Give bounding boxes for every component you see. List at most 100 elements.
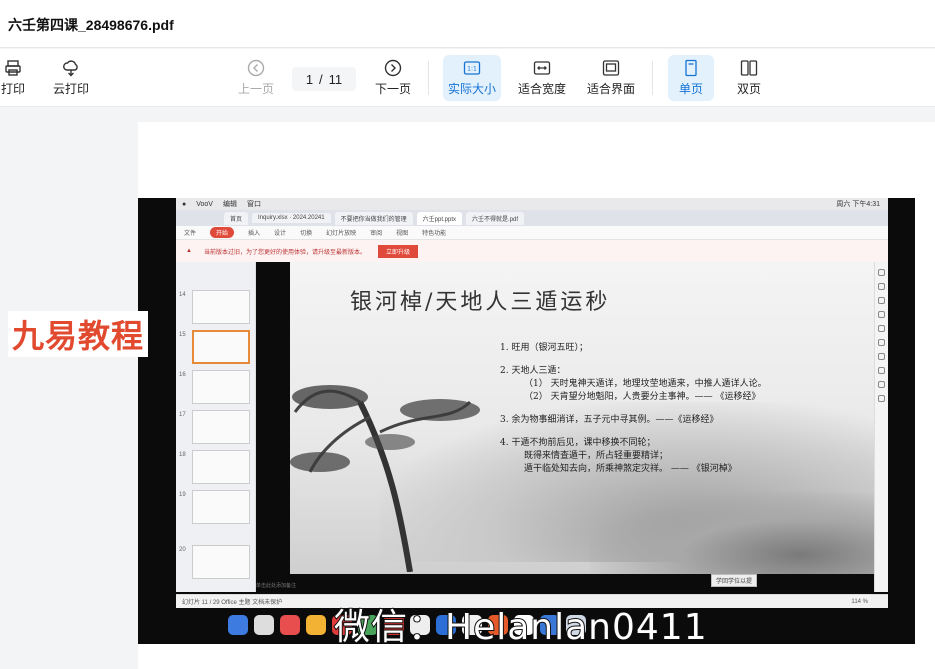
tool-icon — [878, 283, 885, 290]
slide-button: 学回学位以提 — [711, 574, 758, 587]
slide-thumbnail — [192, 410, 250, 444]
print-button[interactable]: 打印 — [0, 55, 26, 101]
app-ribbon: 文件 开始 插入 设计 切换 幻灯片放映 审阅 视图 特色功能 — [176, 226, 888, 240]
thumb-number: 16 — [179, 372, 186, 378]
brand-logo-text: 九易教程 — [8, 311, 149, 357]
thumb-number: 17 — [179, 412, 186, 418]
slide-line: 既得来情查遁干，所占轻重要精详； — [524, 451, 669, 461]
tool-icon — [878, 353, 885, 360]
slide-body: 1. 旺用（银河五旺）； 2. 天地人三遁： （1） 天时鬼神天遁详，地理坟茔地… — [500, 342, 870, 476]
double-page-icon — [740, 60, 758, 76]
current-page-number[interactable]: 1 — [306, 72, 313, 87]
zoom-level: 114 % — [851, 598, 868, 605]
mac-menu-bar: ● VooV 编辑 窗口 周六 下午4:31 — [176, 198, 888, 210]
status-text: 幻灯片 11 / 29 Office 主题 文档未保护 — [182, 600, 283, 606]
tool-icon — [878, 325, 885, 332]
actual-size-button[interactable]: 1:1 实际大小 — [443, 55, 501, 101]
single-page-icon — [685, 59, 697, 77]
slide-thumbnail — [192, 545, 250, 579]
app-tab: 不要把你当做我们的管理 — [334, 211, 413, 225]
next-page-button[interactable]: 下一页 — [372, 55, 414, 101]
slide-canvas: 银河棹/天地人三遁运秒 1. 旺用（银河五旺）； 2. 天地人三遁： （1） 天… — [290, 262, 874, 574]
tool-icon — [878, 367, 885, 374]
tool-icon — [878, 269, 885, 276]
slide-thumbnail — [192, 370, 250, 404]
total-pages: 11 — [328, 71, 343, 87]
tool-icon — [878, 297, 885, 304]
chevron-right-circle-icon — [384, 59, 402, 77]
document-title: 六壬第四课_28498676.pdf — [8, 17, 174, 33]
toolbar-divider — [428, 61, 429, 95]
fit-page-button[interactable]: 适合界面 — [584, 55, 638, 101]
title-bar: 六壬第四课_28498676.pdf — [0, 0, 935, 48]
page-indicator[interactable]: 1 / 11 — [292, 67, 356, 91]
prev-page-button[interactable]: 上一页 — [235, 55, 277, 101]
single-page-button[interactable]: 单页 — [668, 55, 714, 101]
cloud-print-label: 云打印 — [52, 82, 89, 96]
wechat-watermark: 微信：Helanlan0411 — [333, 606, 708, 644]
slide-line: 遁干临处知去向，所乘神煞定灾祥。 —— 《银河棹》 — [524, 464, 737, 474]
mac-menu-item: VooV — [196, 200, 213, 208]
tool-icon — [878, 339, 885, 346]
update-notice: ▲ 当前版本过旧，为了您更好的使用体验，请升级至最新版本。 立即升级 — [176, 240, 888, 262]
thumb-number: 18 — [179, 452, 186, 458]
mountain-artwork — [590, 492, 874, 574]
fit-width-label: 适合宽度 — [517, 82, 566, 96]
ribbon-item: 幻灯片放映 — [326, 231, 357, 237]
actual-size-icon: 1:1 — [463, 61, 481, 75]
mac-clock: 周六 下午4:31 — [836, 201, 880, 208]
page-separator: / — [319, 71, 323, 87]
app-tab: Inquiry.xlsx · 2024.20241 — [252, 213, 331, 223]
fit-page-icon — [602, 60, 620, 76]
fit-page-label: 适合界面 — [586, 82, 635, 96]
dock-app-icon — [228, 615, 248, 635]
thumb-number: 20 — [179, 547, 186, 553]
app-tab: 首页 — [224, 211, 249, 225]
single-page-label: 单页 — [678, 82, 703, 96]
mac-menu-item: 窗口 — [246, 201, 261, 208]
update-now-button: 立即升级 — [377, 244, 418, 258]
dock-app-icon — [254, 615, 274, 635]
slide-thumbnail — [192, 290, 250, 324]
notes-hint: 单击此处添加备注 — [256, 583, 297, 589]
dock-app-icon — [280, 615, 300, 635]
slide-thumbnail — [192, 490, 250, 524]
slide-line: 1. 旺用（银河五旺）； — [500, 343, 588, 353]
slide-line: 4. 干遁不拘前后见，课中移换不同轮； — [500, 438, 656, 448]
app-tab-strip: 首页 Inquiry.xlsx · 2024.20241 不要把你当做我们的管理… — [176, 210, 888, 226]
thumb-number: 19 — [179, 492, 186, 498]
cloud-print-button[interactable]: 云打印 — [50, 55, 92, 101]
fit-width-button[interactable]: 适合宽度 — [515, 55, 569, 101]
next-page-label: 下一页 — [374, 82, 411, 96]
tool-icon — [878, 395, 885, 402]
ribbon-start: 开始 — [210, 227, 235, 238]
tool-icon — [878, 381, 885, 388]
ribbon-item: 文件 — [184, 231, 197, 237]
right-tool-rail — [874, 262, 888, 592]
mac-menu-item: 编辑 — [222, 201, 237, 208]
prev-page-label: 上一页 — [237, 82, 274, 96]
slide-line: （2） 天肯望分地魁阳，人贵要分主事神。—— 《运移经》 — [524, 392, 761, 402]
double-page-label: 双页 — [736, 82, 761, 96]
tool-icon — [878, 311, 885, 318]
ribbon-item: 切换 — [300, 231, 313, 237]
slide-thumbnail-selected — [192, 330, 250, 364]
thumb-number: 14 — [179, 292, 186, 298]
pine-tree-artwork — [290, 385, 480, 572]
cloud-icon — [63, 60, 78, 77]
actual-size-icon-text: 1:1 — [467, 66, 477, 73]
dock-app-icon — [306, 615, 326, 635]
print-label: 打印 — [0, 82, 25, 96]
toolbar-divider — [652, 61, 653, 95]
ribbon-item: 审阅 — [370, 231, 383, 237]
chevron-left-circle-icon — [247, 59, 265, 77]
printer-icon — [5, 60, 21, 76]
ribbon-item: 插入 — [248, 231, 261, 237]
apple-icon: ● — [182, 200, 187, 208]
double-page-button[interactable]: 双页 — [728, 55, 770, 101]
slide-thumbnail — [192, 450, 250, 484]
ribbon-item: 设计 — [274, 231, 287, 237]
actual-size-label: 实际大小 — [447, 82, 496, 96]
fit-width-icon — [533, 61, 551, 75]
app-tab: 六壬ppt.pptx — [416, 211, 462, 225]
